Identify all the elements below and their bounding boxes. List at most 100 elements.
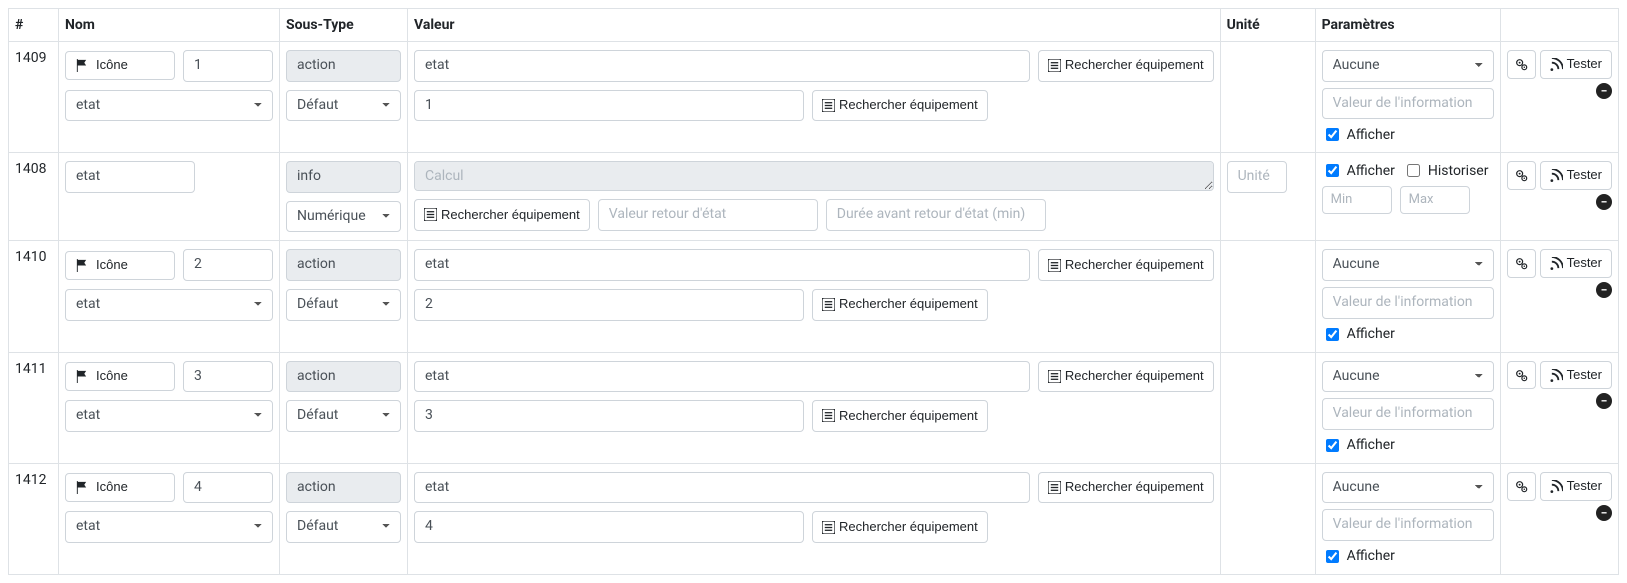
calcul-textarea[interactable]	[414, 161, 1214, 191]
configure-button[interactable]	[1507, 249, 1536, 278]
delete-button[interactable]: −	[1596, 83, 1612, 99]
unite-input[interactable]	[1227, 161, 1287, 193]
max-input[interactable]	[1400, 186, 1470, 214]
rechercher-equipement-bottom-button[interactable]: Rechercher équipement	[812, 289, 988, 321]
afficher-checkbox-label[interactable]: Afficher	[1322, 161, 1395, 180]
icon-button[interactable]: Icône	[65, 251, 175, 280]
param-info-input[interactable]	[1322, 398, 1494, 430]
afficher-checkbox-label[interactable]: Afficher	[1322, 547, 1494, 566]
delete-button[interactable]: −	[1596, 194, 1612, 210]
delete-button[interactable]: −	[1596, 505, 1612, 521]
col-valeur: Valeur	[408, 9, 1221, 42]
col-parametres: Paramètres	[1315, 9, 1500, 42]
afficher-checkbox-label[interactable]: Afficher	[1322, 436, 1494, 455]
row-id: 1409	[9, 42, 59, 153]
delete-button[interactable]: −	[1596, 282, 1612, 298]
name-text-input[interactable]	[65, 161, 195, 193]
afficher-checkbox-label[interactable]: Afficher	[1322, 125, 1494, 144]
valeur-top-input[interactable]	[414, 361, 1030, 393]
valeur-bottom-input[interactable]	[414, 511, 804, 543]
col-sous-type: Sous-Type	[280, 9, 408, 42]
table-row: 1408 Numérique Rechercher équipement	[9, 153, 1619, 241]
unite-cell	[1220, 241, 1315, 352]
rechercher-equipement-button[interactable]: Rechercher équipement	[414, 199, 590, 231]
valeur-bottom-input[interactable]	[414, 400, 804, 432]
param-info-input[interactable]	[1322, 287, 1494, 319]
tester-button[interactable]: Tester	[1540, 249, 1612, 278]
col-id: #	[9, 9, 59, 42]
row-id: 1411	[9, 352, 59, 463]
rechercher-equipement-bottom-button[interactable]: Rechercher équipement	[812, 400, 988, 432]
sous-type-select[interactable]: Défaut	[286, 400, 401, 432]
historiser-checkbox[interactable]	[1407, 164, 1420, 177]
commands-table: # Nom Sous-Type Valeur Unité Paramètres …	[8, 8, 1619, 575]
row-id: 1410	[9, 241, 59, 352]
afficher-checkbox[interactable]	[1326, 164, 1339, 177]
sous-type-select[interactable]: Défaut	[286, 90, 401, 122]
table-row: 1411 Icône etat Défaut	[9, 352, 1619, 463]
name-select[interactable]: etat	[65, 400, 273, 432]
tester-button[interactable]: Tester	[1540, 472, 1612, 501]
historiser-checkbox-label[interactable]: Historiser	[1403, 161, 1489, 180]
unite-cell	[1220, 42, 1315, 153]
sous-type-readonly	[286, 249, 401, 281]
afficher-checkbox[interactable]	[1326, 128, 1339, 141]
icon-button[interactable]: Icône	[65, 473, 175, 502]
param-select[interactable]: Aucune	[1322, 361, 1494, 393]
name-select[interactable]: etat	[65, 289, 273, 321]
col-nom: Nom	[59, 9, 280, 42]
unite-cell	[1220, 352, 1315, 463]
name-number-input[interactable]	[183, 361, 273, 393]
name-number-input[interactable]	[183, 50, 273, 82]
param-select[interactable]: Aucune	[1322, 249, 1494, 281]
row-id: 1408	[9, 153, 59, 241]
valeur-top-input[interactable]	[414, 249, 1030, 281]
icon-button[interactable]: Icône	[65, 362, 175, 391]
rechercher-equipement-bottom-button[interactable]: Rechercher équipement	[812, 90, 988, 122]
configure-button[interactable]	[1507, 472, 1536, 501]
min-input[interactable]	[1322, 186, 1392, 214]
sous-type-select[interactable]: Numérique	[286, 201, 401, 233]
table-row: 1409 Icône etat Défaut	[9, 42, 1619, 153]
afficher-checkbox[interactable]	[1326, 439, 1339, 452]
rechercher-equipement-top-button[interactable]: Rechercher équipement	[1038, 361, 1214, 393]
duree-retour-input[interactable]	[826, 199, 1046, 231]
sous-type-readonly	[286, 361, 401, 393]
rechercher-equipement-top-button[interactable]: Rechercher équipement	[1038, 249, 1214, 281]
rechercher-equipement-bottom-button[interactable]: Rechercher équipement	[812, 511, 988, 543]
sous-type-select[interactable]: Défaut	[286, 289, 401, 321]
col-unite: Unité	[1220, 9, 1315, 42]
configure-button[interactable]	[1507, 161, 1536, 190]
tester-button[interactable]: Tester	[1540, 161, 1612, 190]
table-header-row: # Nom Sous-Type Valeur Unité Paramètres	[9, 9, 1619, 42]
afficher-checkbox-label[interactable]: Afficher	[1322, 325, 1494, 344]
param-select[interactable]: Aucune	[1322, 50, 1494, 82]
tester-button[interactable]: Tester	[1540, 50, 1612, 79]
afficher-checkbox[interactable]	[1326, 550, 1339, 563]
table-row: 1412 Icône etat Défaut	[9, 463, 1619, 574]
delete-button[interactable]: −	[1596, 393, 1612, 409]
valeur-top-input[interactable]	[414, 50, 1030, 82]
sous-type-select[interactable]: Défaut	[286, 511, 401, 543]
row-id: 1412	[9, 463, 59, 574]
configure-button[interactable]	[1507, 361, 1536, 390]
valeur-bottom-input[interactable]	[414, 90, 804, 122]
valeur-top-input[interactable]	[414, 472, 1030, 504]
unite-cell	[1220, 463, 1315, 574]
rechercher-equipement-top-button[interactable]: Rechercher équipement	[1038, 50, 1214, 82]
param-select[interactable]: Aucune	[1322, 472, 1494, 504]
name-select[interactable]: etat	[65, 511, 273, 543]
param-info-input[interactable]	[1322, 88, 1494, 120]
name-number-input[interactable]	[183, 249, 273, 281]
valeur-bottom-input[interactable]	[414, 289, 804, 321]
rechercher-equipement-top-button[interactable]: Rechercher équipement	[1038, 472, 1214, 504]
afficher-checkbox[interactable]	[1326, 328, 1339, 341]
configure-button[interactable]	[1507, 50, 1536, 79]
name-number-input[interactable]	[183, 472, 273, 504]
tester-button[interactable]: Tester	[1540, 361, 1612, 390]
sous-type-readonly	[286, 472, 401, 504]
valeur-retour-input[interactable]	[598, 199, 818, 231]
param-info-input[interactable]	[1322, 509, 1494, 541]
icon-button[interactable]: Icône	[65, 51, 175, 80]
name-select[interactable]: etat	[65, 90, 273, 122]
